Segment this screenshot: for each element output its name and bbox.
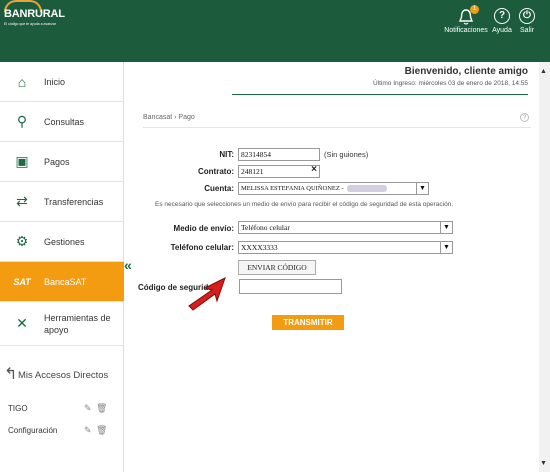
transmit-button[interactable]: TRANSMITIR bbox=[272, 315, 344, 330]
trash-icon[interactable]: 🗑 bbox=[96, 425, 107, 436]
sidebar-item-label: Gestiones bbox=[44, 236, 85, 247]
medio-label: Medio de envío: bbox=[173, 224, 234, 233]
exit-button[interactable]: ⏻ Salir bbox=[516, 8, 538, 34]
money-icon: ▣ bbox=[15, 153, 29, 169]
divider bbox=[232, 94, 528, 95]
edit-icon[interactable]: ✎ bbox=[84, 425, 92, 436]
favorite-configuracion[interactable]: Configuración bbox=[8, 426, 57, 435]
shortcuts-label: Mis Accesos Directos bbox=[18, 370, 109, 381]
collapse-sidebar-icon[interactable]: « bbox=[124, 257, 132, 273]
sidebar-item-consultas[interactable]: ⚲ Consultas bbox=[0, 102, 124, 142]
search-icon: ⚲ bbox=[16, 113, 28, 129]
transfer-icon: ⇄ bbox=[16, 193, 28, 209]
sidebar-item-label: Pagos bbox=[44, 156, 70, 167]
bell-icon: 1 bbox=[458, 5, 479, 26]
chevron-down-icon: ▼ bbox=[440, 242, 452, 253]
scrollbar[interactable]: ▲ ▼ bbox=[539, 62, 550, 472]
telefono-label: Teléfono celular: bbox=[170, 243, 234, 252]
help-label: Ayuda bbox=[492, 27, 512, 34]
masked-account bbox=[346, 185, 387, 193]
sidebar-item-gestiones[interactable]: ⚙ Gestiones bbox=[0, 222, 124, 262]
chevron-down-icon: ▼ bbox=[440, 222, 452, 233]
last-login: Último Ingreso: miércoles 03 de enero de… bbox=[372, 80, 528, 87]
question-icon: ? bbox=[494, 8, 510, 24]
sidebar-item-pagos[interactable]: ▣ Pagos bbox=[0, 142, 124, 182]
medio-value: Teléfono celular bbox=[241, 223, 290, 232]
contrato-value: 248121 bbox=[241, 167, 264, 176]
nit-label: NIT: bbox=[219, 150, 234, 159]
tools-icon: ✕ bbox=[16, 315, 28, 331]
send-code-button[interactable]: ENVIAR CÓDIGO bbox=[238, 260, 316, 275]
sidebar-item-herramientas[interactable]: ✕ Herramientas de apoyo bbox=[0, 302, 124, 346]
top-header: BANRURAL El código que te ayuda a avanza… bbox=[0, 0, 550, 62]
sidebar-item-label: Inicio bbox=[44, 76, 66, 87]
contrato-label: Contrato: bbox=[198, 167, 234, 176]
telefono-value: XXXX3333 bbox=[241, 243, 278, 252]
nit-hint: (Sin guiones) bbox=[324, 150, 369, 159]
help-button[interactable]: ? Ayuda bbox=[490, 8, 514, 34]
management-icon: ⚙ bbox=[15, 233, 29, 249]
shortcut-arrow-icon: ↰ bbox=[4, 366, 18, 383]
nit-input[interactable]: 82314854 bbox=[238, 148, 320, 161]
security-note: Es necesario que selecciones un medio de… bbox=[155, 201, 454, 208]
sidebar: ⌂ Inicio ⚲ Consultas ▣ Pagos ⇄ Transfere… bbox=[0, 62, 124, 472]
breadcrumb: Bancasat › Pago bbox=[143, 114, 195, 121]
cuenta-select[interactable]: MELISSA ESTEFANIA QUIÑONEZ - ▼ bbox=[238, 182, 429, 195]
sat-icon: SAT bbox=[13, 276, 31, 287]
exit-label: Salir bbox=[519, 27, 534, 34]
medio-select[interactable]: Teléfono celular ▼ bbox=[238, 221, 453, 234]
divider bbox=[143, 127, 531, 128]
cuenta-label: Cuenta: bbox=[204, 184, 234, 193]
shortcuts-header: ↰ Mis Accesos Directos bbox=[0, 362, 124, 398]
power-icon: ⏻ bbox=[519, 8, 535, 24]
notifications-button[interactable]: 1 Notificaciones bbox=[444, 5, 488, 34]
help-icon[interactable]: ? bbox=[520, 113, 529, 122]
banrural-logo[interactable]: BANRURAL El código que te ayuda a avanza… bbox=[0, 0, 65, 34]
sidebar-item-inicio[interactable]: ⌂ Inicio bbox=[0, 62, 124, 102]
chevron-down-icon: ▼ bbox=[416, 183, 428, 194]
sidebar-item-transferencias[interactable]: ⇄ Transferencias bbox=[0, 182, 124, 222]
sidebar-item-bancasat[interactable]: SAT BancaSAT bbox=[0, 262, 124, 302]
logo-tagline: El código que te ayuda a avanzar bbox=[4, 22, 56, 26]
favorite-tigo[interactable]: TIGO bbox=[8, 404, 28, 413]
sidebar-item-label: BancaSAT bbox=[44, 276, 87, 287]
home-icon: ⌂ bbox=[17, 73, 27, 90]
edit-icon[interactable]: ✎ bbox=[84, 403, 92, 414]
security-code-input[interactable] bbox=[239, 279, 342, 294]
welcome-block: Bienvenido, cliente amigo Último Ingreso… bbox=[373, 66, 528, 87]
welcome-title: Bienvenido, cliente amigo bbox=[404, 66, 528, 77]
scroll-down-icon[interactable]: ▼ bbox=[540, 460, 547, 467]
cuenta-value: MELISSA ESTEFANIA QUIÑONEZ - bbox=[241, 185, 344, 192]
clear-icon[interactable]: × bbox=[308, 164, 320, 179]
notifications-label: Notificaciones bbox=[444, 27, 488, 34]
logo-brand: BANRURAL bbox=[4, 8, 65, 20]
scroll-up-icon[interactable]: ▲ bbox=[540, 68, 547, 75]
trash-icon[interactable]: 🗑 bbox=[96, 403, 107, 414]
telefono-select[interactable]: XXXX3333 ▼ bbox=[238, 241, 453, 254]
notification-badge: 1 bbox=[470, 5, 479, 14]
sidebar-item-label: Consultas bbox=[44, 116, 85, 127]
sidebar-item-label: Transferencias bbox=[44, 196, 104, 207]
pointer-arrow-icon bbox=[188, 277, 226, 311]
sidebar-item-label: Herramientas de apoyo bbox=[44, 312, 111, 335]
